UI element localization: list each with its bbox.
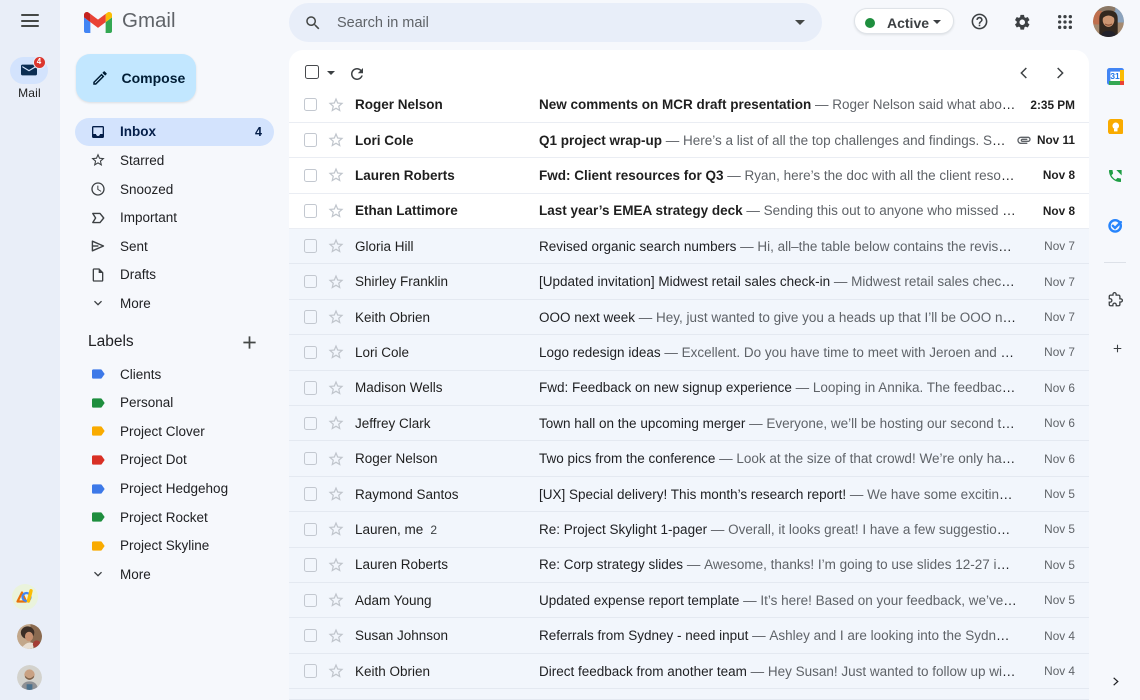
svg-text:31: 31 [1110,71,1120,81]
